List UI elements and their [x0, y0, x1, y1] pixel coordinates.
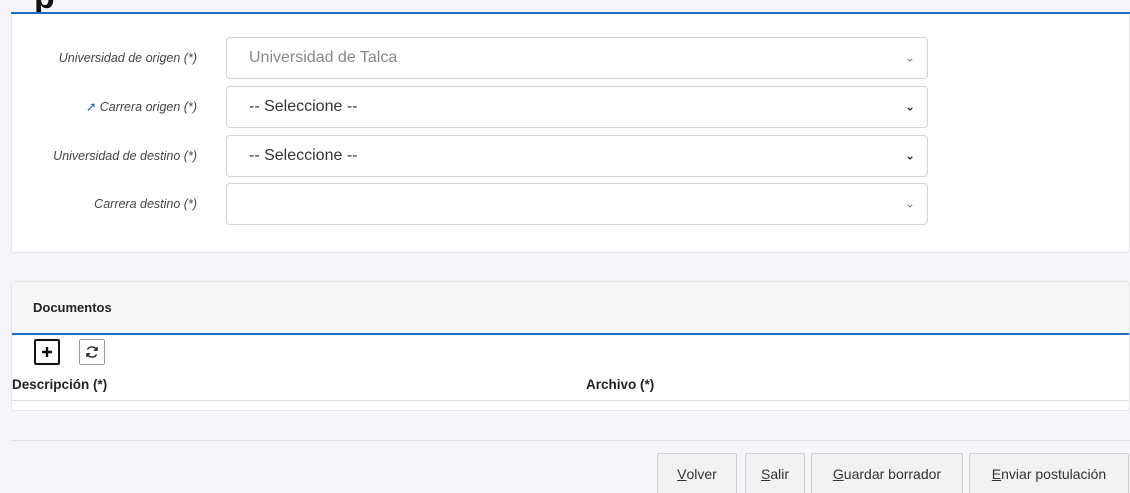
chevron-down-icon: ⌄	[904, 50, 915, 65]
field-row-origin-university: Universidad de origen (*) Universidad de…	[12, 37, 1129, 79]
submit-application-button[interactable]: Enviar postulación	[969, 453, 1129, 493]
footer-divider	[11, 440, 1130, 441]
documents-table-header: Descripción (*) Archivo (*)	[12, 367, 1129, 401]
column-header-description[interactable]: Descripción (*)	[12, 367, 107, 401]
documents-panel: Documentos Descripción (*) Archivo (*)	[11, 281, 1130, 411]
plus-icon	[42, 347, 52, 357]
origin-university-select: Universidad de Talca ⌄	[226, 37, 928, 79]
origin-career-label: ➚ Carrera origen (*)	[85, 99, 197, 114]
destination-university-select[interactable]: -- Seleccione -- ⌄	[226, 135, 928, 177]
chevron-down-icon: ⌄	[904, 99, 915, 114]
destination-career-label: Carrera destino (*)	[94, 197, 197, 211]
origin-university-label: Universidad de origen (*)	[58, 51, 197, 65]
add-document-button[interactable]	[34, 339, 60, 365]
refresh-documents-button[interactable]	[79, 339, 105, 365]
refresh-icon	[86, 346, 98, 358]
chevron-down-icon: ⌄	[904, 148, 915, 163]
chevron-down-icon: ⌄	[904, 196, 915, 211]
back-button[interactable]: Volver	[657, 453, 737, 493]
field-row-destination-career: Carrera destino (*) ⌄	[12, 183, 1129, 225]
documents-header: Documentos	[12, 282, 1129, 335]
pin-icon: ➚	[85, 99, 97, 114]
field-row-origin-career: ➚ Carrera origen (*) -- Seleccione -- ⌄	[12, 86, 1129, 128]
origin-career-select[interactable]: -- Seleccione -- ⌄	[226, 86, 928, 128]
field-row-destination-university: Universidad de destino (*) -- Seleccione…	[12, 135, 1129, 177]
exit-button[interactable]: Salir	[745, 453, 805, 493]
column-header-file[interactable]: Archivo (*)	[586, 367, 654, 401]
program-selection-form: Universidad de origen (*) Universidad de…	[11, 14, 1130, 253]
destination-university-label: Universidad de destino (*)	[53, 149, 197, 163]
destination-career-select: ⌄	[226, 183, 928, 225]
save-draft-button[interactable]: Guardar borrador	[811, 453, 963, 493]
